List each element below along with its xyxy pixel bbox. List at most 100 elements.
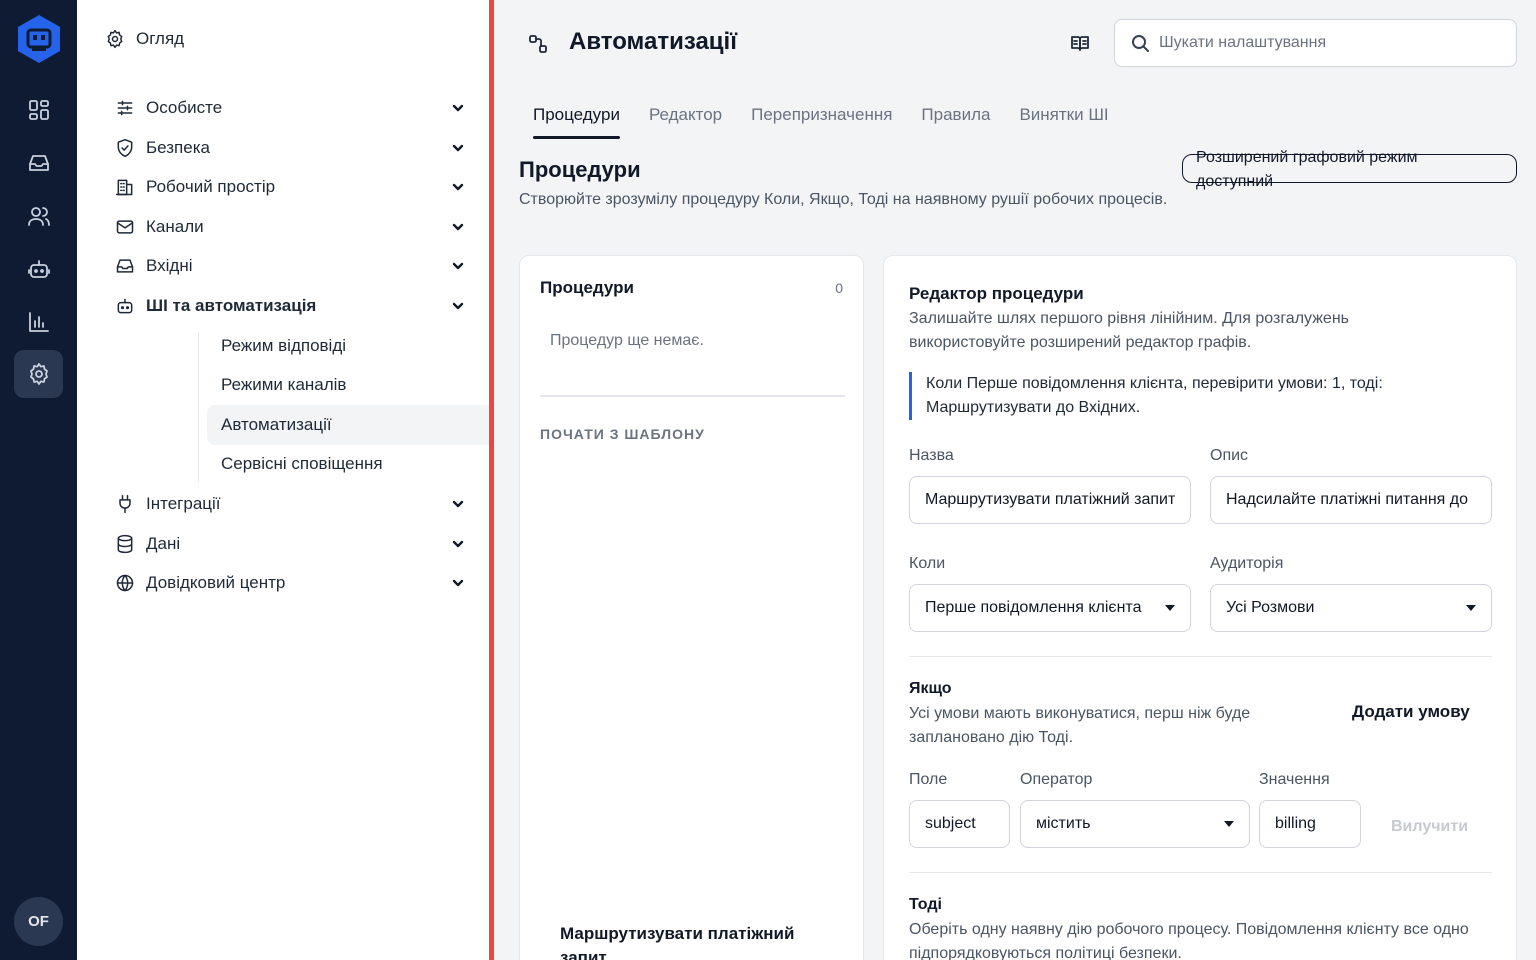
condition-operator-select[interactable]: містить xyxy=(1020,800,1250,848)
chevron-down-icon[interactable] xyxy=(451,179,465,193)
sidebar-item-label: ШІ та автоматизація xyxy=(146,296,317,315)
inbox-icon xyxy=(28,155,49,171)
value-label: Значення xyxy=(1259,771,1330,788)
settings-search[interactable] xyxy=(1114,19,1517,67)
description-label: Опис xyxy=(1210,447,1249,464)
divider xyxy=(909,872,1492,873)
tab-procedures[interactable]: Процедури xyxy=(533,105,620,139)
settings-icon xyxy=(29,363,48,385)
sidebar-item-channels[interactable]: Канали xyxy=(115,209,465,245)
add-condition-button[interactable]: Додати умову xyxy=(1352,702,1470,722)
condition-field-input[interactable]: subject xyxy=(909,800,1010,848)
section-title: Процедури xyxy=(519,157,641,182)
sidebar-item-label: Інтеграції xyxy=(146,494,221,513)
graph-mode-button[interactable]: Розширений графовий режим доступний xyxy=(1182,149,1517,190)
sidebar-item-label: Безпека xyxy=(146,138,210,157)
remove-condition-button[interactable]: Вилучити xyxy=(1391,818,1468,836)
building-icon xyxy=(115,177,135,197)
procedure-summary: Коли Перше повідомлення клієнта, перевір… xyxy=(909,372,1499,420)
operator-label: Оператор xyxy=(1020,771,1093,788)
divider xyxy=(540,395,845,397)
condition-value-input[interactable]: billing xyxy=(1259,800,1361,848)
sidebar-item-label: Огляд xyxy=(136,29,185,48)
sidebar-item-label: Робочий простір xyxy=(146,177,276,196)
when-select[interactable]: Перше повідомлення клієнта xyxy=(909,584,1191,632)
rail-bot-button[interactable] xyxy=(14,245,63,293)
chevron-down-icon[interactable] xyxy=(451,496,465,510)
audience-label: Аудиторія xyxy=(1210,555,1284,572)
rail-reports-button[interactable] xyxy=(14,298,63,346)
then-title: Тоді xyxy=(909,896,942,913)
name-field[interactable]: Маршрутизувати платіжний запит xyxy=(909,476,1191,524)
bot-icon xyxy=(115,296,135,316)
sidebar-item-label: Особисте xyxy=(146,98,223,117)
reports-icon xyxy=(28,312,49,332)
workflow-icon xyxy=(528,34,548,54)
panel-title: Процедури xyxy=(540,278,634,297)
name-label: Назва xyxy=(909,447,954,464)
empty-state: Процедур ще немає. xyxy=(550,332,704,349)
rail-dashboard-button[interactable] xyxy=(14,86,63,134)
search-input[interactable] xyxy=(1159,34,1499,52)
rail-settings-button[interactable] xyxy=(14,350,63,398)
sidebar-item-overview[interactable]: Огляд xyxy=(105,21,455,57)
editor-title: Редактор процедури xyxy=(909,284,1084,303)
bot-icon xyxy=(27,260,50,278)
editor-description: Залишайте шлях першого рівня лінійним. Д… xyxy=(909,310,1349,351)
tab-reassignment[interactable]: Перепризначення xyxy=(751,105,892,139)
then-description: Оберіть одну наявну дію робочого процесу… xyxy=(909,921,1469,960)
chevron-down-icon[interactable] xyxy=(451,258,465,272)
sidebar-item-integrations[interactable]: Інтеграції xyxy=(115,486,465,522)
submenu-guide-line xyxy=(198,332,199,482)
sidebar-item-inbox[interactable]: Вхідні xyxy=(115,248,465,284)
tab-rules[interactable]: Правила xyxy=(921,105,990,139)
sidebar-item-workspace[interactable]: Робочий простір xyxy=(115,169,465,205)
caret-down-icon xyxy=(1466,605,1476,611)
sidebar-item-label: Канали xyxy=(146,217,204,236)
description-field[interactable]: Надсилайте платіжні питання до xyxy=(1210,476,1492,524)
sidebar-item-help-center[interactable]: Довідковий центр xyxy=(115,565,465,601)
plug-icon xyxy=(115,494,135,514)
chevron-down-icon[interactable] xyxy=(451,536,465,550)
contacts-icon xyxy=(27,207,50,226)
audience-select[interactable]: Усі Розмови xyxy=(1210,584,1492,632)
rail-inbox-button[interactable] xyxy=(14,139,63,187)
inbox-icon xyxy=(115,256,135,276)
rail-contacts-button[interactable] xyxy=(14,192,63,240)
caret-down-icon xyxy=(1165,605,1175,611)
sidebar-item-data[interactable]: Дані xyxy=(115,526,465,562)
divider xyxy=(909,656,1492,657)
chevron-down-icon[interactable] xyxy=(451,575,465,589)
book-icon[interactable] xyxy=(1070,33,1090,53)
procedures-count: 0 xyxy=(835,280,843,296)
main-content: Автоматизації Процедури Редактор Перепри… xyxy=(494,0,1536,960)
globe-icon xyxy=(115,573,135,593)
settings-sidebar: Огляд Особисте Безпека Робочий простір К… xyxy=(77,0,550,960)
chevron-down-icon[interactable] xyxy=(451,140,465,154)
procedure-editor-panel: Редактор процедури Залишайте шлях першог… xyxy=(883,255,1517,960)
if-description: Усі умови мають виконуватися, перш ніж б… xyxy=(909,705,1251,746)
sidebar-item-security[interactable]: Безпека xyxy=(115,130,465,166)
app-logo-icon[interactable] xyxy=(16,14,62,64)
graph-mode-label: Розширений графовий режим доступний xyxy=(1196,149,1418,190)
gear-icon xyxy=(105,29,125,49)
mail-icon xyxy=(115,217,135,237)
sidebar-item-personal[interactable]: Особисте xyxy=(115,90,465,126)
sidebar-item-label: Вхідні xyxy=(146,256,193,275)
chevron-down-icon[interactable] xyxy=(451,219,465,233)
user-avatar[interactable]: OF xyxy=(14,897,63,946)
search-icon xyxy=(1132,35,1149,52)
caret-down-icon xyxy=(1224,821,1234,827)
field-label: Поле xyxy=(909,771,948,788)
sidebar-item-ai-automation[interactable]: ШІ та автоматизація xyxy=(115,288,465,324)
sidebar-item-label: Дані xyxy=(146,534,181,553)
template-item[interactable]: Маршрутизувати платіжний запит xyxy=(560,922,820,960)
chevron-down-icon[interactable] xyxy=(451,298,465,312)
tab-ai-exceptions[interactable]: Винятки ШІ xyxy=(1019,105,1108,139)
sliders-icon xyxy=(115,98,135,118)
chevron-down-icon[interactable] xyxy=(451,100,465,114)
tab-editor[interactable]: Редактор xyxy=(649,105,722,139)
tab-bar: Процедури Редактор Перепризначення Прави… xyxy=(533,105,1138,139)
dashboard-icon xyxy=(28,100,49,120)
if-title: Якщо xyxy=(909,680,952,697)
